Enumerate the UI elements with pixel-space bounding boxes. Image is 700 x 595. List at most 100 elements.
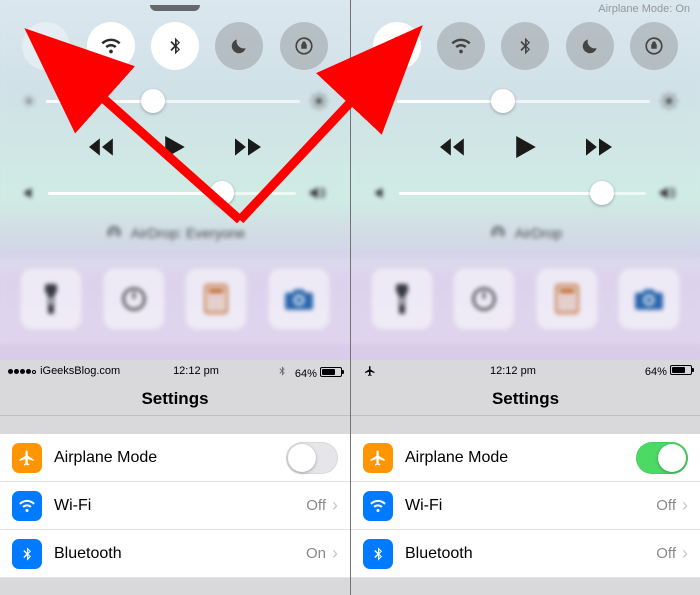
pane-1: Airplane Mode: On (350, 0, 700, 595)
shortcut-row (351, 258, 700, 344)
wifi-toggle[interactable] (437, 22, 485, 70)
media-controls (0, 116, 350, 176)
rewind-button[interactable] (89, 137, 115, 157)
settings-screen: iGeeksBlog.com 12:12 pm 64% Settings Air… (0, 360, 350, 595)
media-controls (351, 116, 700, 176)
play-button[interactable] (165, 136, 185, 158)
camera-button[interactable] (268, 268, 330, 330)
airdrop-icon (489, 224, 507, 242)
airdrop-label: AirDrop (515, 225, 562, 241)
signal-dots (8, 365, 37, 377)
airplane-mode-label: Airplane Mode (405, 449, 508, 467)
wifi-icon (363, 491, 393, 521)
clock: 12:12 pm (490, 365, 536, 377)
battery-icon (320, 367, 342, 377)
forward-button[interactable] (235, 137, 261, 157)
flashlight-button[interactable] (371, 268, 433, 330)
control-center: AirDrop: Everyone (0, 0, 350, 360)
clock: 12:12 pm (173, 365, 219, 377)
rewind-button[interactable] (440, 137, 466, 157)
chevron-right-icon: › (682, 495, 688, 516)
play-button[interactable] (516, 136, 536, 158)
battery-text: 64% (645, 366, 667, 378)
control-center: Airplane Mode: On (351, 0, 700, 360)
brightness-low-icon (373, 94, 387, 108)
brightness-slider[interactable] (351, 84, 700, 116)
airdrop-button[interactable]: AirDrop (351, 208, 700, 258)
bluetooth-label: Bluetooth (405, 545, 473, 563)
chevron-right-icon: › (332, 543, 338, 564)
brightness-high-icon (310, 92, 328, 110)
wifi-label: Wi-Fi (405, 497, 442, 515)
airplane-mode-switch[interactable] (636, 442, 688, 474)
status-left (359, 360, 381, 382)
airdrop-icon (105, 224, 123, 242)
timer-button[interactable] (453, 268, 515, 330)
flashlight-button[interactable] (20, 268, 82, 330)
bluetooth-icon (12, 539, 42, 569)
chevron-right-icon: › (332, 495, 338, 516)
wifi-icon (12, 491, 42, 521)
bluetooth-value: On (306, 545, 326, 562)
status-right: 64% (645, 365, 692, 378)
bluetooth-label: Bluetooth (54, 545, 122, 563)
airplane-mode-cell[interactable]: Airplane Mode (351, 434, 700, 482)
battery-icon (670, 365, 692, 375)
brightness-slider[interactable] (0, 84, 350, 116)
airdrop-label: AirDrop: Everyone (131, 225, 245, 241)
dnd-toggle[interactable] (215, 22, 263, 70)
timer-button[interactable] (103, 268, 165, 330)
wifi-cell[interactable]: Wi-Fi Off › (351, 482, 700, 530)
brightness-high-icon (660, 92, 678, 110)
airplane-icon (364, 365, 376, 377)
wifi-value: Off (306, 497, 326, 514)
volume-low-icon (373, 185, 389, 201)
rotation-lock-toggle[interactable] (280, 22, 328, 70)
airplane-icon (363, 443, 393, 473)
calculator-button[interactable] (185, 268, 247, 330)
chevron-right-icon: › (682, 543, 688, 564)
airplane-mode-cell[interactable]: Airplane Mode (0, 434, 350, 482)
airplane-toggle[interactable] (373, 22, 421, 70)
bluetooth-value: Off (656, 545, 676, 562)
status-left: iGeeksBlog.com (8, 365, 120, 377)
bluetooth-cell[interactable]: Bluetooth Off › (351, 530, 700, 578)
brightness-low-icon (22, 94, 36, 108)
rotation-lock-toggle[interactable] (630, 22, 678, 70)
volume-low-icon (22, 185, 38, 201)
dnd-toggle[interactable] (566, 22, 614, 70)
wifi-toggle[interactable] (87, 22, 135, 70)
battery-text: 64% (295, 368, 317, 380)
pane-0: AirDrop: Everyone iGeeksBlog.com 12:12 p… (0, 0, 350, 595)
bluetooth-icon (363, 539, 393, 569)
toggle-row (351, 0, 700, 84)
calculator-button[interactable] (536, 268, 598, 330)
wifi-value: Off (656, 497, 676, 514)
toggle-row (0, 0, 350, 84)
bluetooth-toggle[interactable] (151, 22, 199, 70)
bluetooth-icon (276, 366, 287, 377)
volume-high-icon (656, 184, 678, 202)
bluetooth-toggle[interactable] (501, 22, 549, 70)
airplane-mode-switch[interactable] (286, 442, 338, 474)
bluetooth-cell[interactable]: Bluetooth On › (0, 530, 350, 578)
airplane-mode-label: Airplane Mode (54, 449, 157, 467)
airplane-toggle[interactable] (22, 22, 70, 70)
volume-slider[interactable] (351, 176, 700, 208)
camera-button[interactable] (618, 268, 680, 330)
settings-screen: 12:12 pm 64% Settings Airplane Mode Wi-F… (351, 360, 700, 595)
shortcut-row (0, 258, 350, 344)
volume-high-icon (306, 184, 328, 202)
status-right: 64% (272, 361, 342, 381)
status-bar: 12:12 pm 64% (351, 360, 700, 382)
volume-slider[interactable] (0, 176, 350, 208)
airplane-icon (12, 443, 42, 473)
settings-title: Settings (351, 382, 700, 416)
wifi-cell[interactable]: Wi-Fi Off › (0, 482, 350, 530)
wifi-label: Wi-Fi (54, 497, 91, 515)
carrier-label: iGeeksBlog.com (40, 365, 120, 377)
status-bar: iGeeksBlog.com 12:12 pm 64% (0, 360, 350, 382)
settings-title: Settings (0, 382, 350, 416)
airdrop-button[interactable]: AirDrop: Everyone (0, 208, 350, 258)
forward-button[interactable] (586, 137, 612, 157)
